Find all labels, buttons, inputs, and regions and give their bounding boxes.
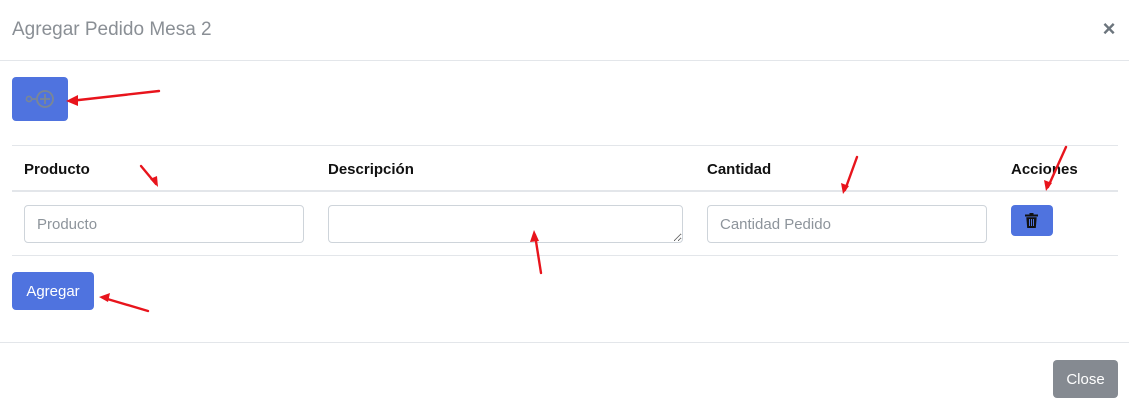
- descripcion-textarea[interactable]: [328, 205, 683, 243]
- add-row-button[interactable]: [12, 77, 68, 121]
- close-icon[interactable]: ×: [1100, 17, 1118, 41]
- delete-row-button[interactable]: [1011, 205, 1053, 236]
- header-producto: Producto: [24, 161, 90, 178]
- modal-title: Agregar Pedido Mesa 2: [12, 19, 212, 40]
- modal-header: Agregar Pedido Mesa 2 ×: [0, 0, 1129, 61]
- annotation-arrow: [102, 296, 150, 313]
- producto-input[interactable]: [24, 205, 304, 243]
- table-header: Producto Descripción Cantidad Acciones: [12, 145, 1118, 192]
- header-descripcion: Descripción: [328, 161, 414, 178]
- header-cantidad: Cantidad: [707, 161, 772, 178]
- modal-footer: Close: [0, 342, 1129, 409]
- header-acciones: Acciones: [1011, 161, 1078, 178]
- order-items-table: Producto Descripción Cantidad Acciones: [12, 145, 1118, 256]
- cantidad-input[interactable]: [707, 205, 987, 243]
- annotation-arrow: [68, 89, 161, 103]
- link-plus-icon: [25, 90, 54, 108]
- trash-icon: [1025, 213, 1038, 228]
- add-order-modal: Agregar Pedido Mesa 2 × Producto Descrip…: [0, 0, 1129, 409]
- close-button[interactable]: Close: [1053, 360, 1118, 398]
- table-row: [12, 192, 1118, 256]
- agregar-button[interactable]: Agregar: [12, 272, 94, 310]
